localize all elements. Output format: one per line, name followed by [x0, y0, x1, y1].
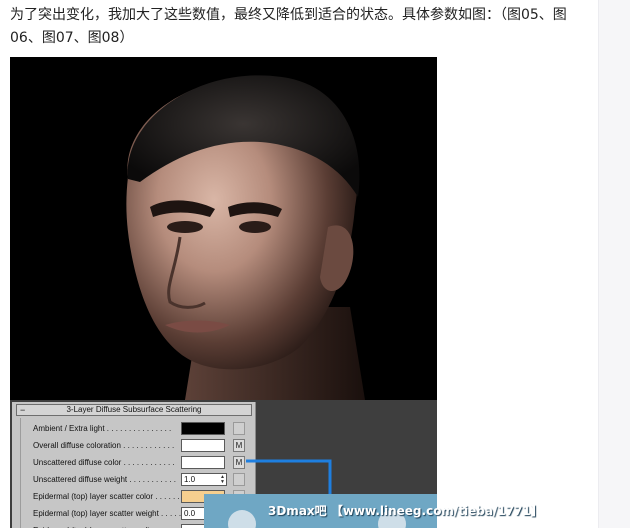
parameter-row: Unscattered diffuse weight . . . . . . .…	[25, 473, 251, 487]
color-swatch[interactable]	[181, 422, 225, 435]
watermark-text: 3Dmax吧 【www.lineeg.com/tieba/1771】	[268, 504, 543, 518]
value-spinner[interactable]: 1.0 ▲ ▼	[181, 473, 227, 486]
head-render-illustration	[10, 57, 437, 400]
map-button[interactable]: M	[233, 456, 245, 469]
parameter-row: Ambient / Extra light . . . . . . . . . …	[25, 422, 251, 436]
map-button[interactable]: M	[233, 439, 245, 452]
parameter-label: Unscattered diffuse color . . . . . . . …	[33, 458, 175, 467]
article-paragraph: 为了突出变化，我加大了这些数值，最终又降低到适合的状态。具体参数如图：（图05、…	[10, 7, 567, 46]
article-page: 为了突出变化，我加大了这些数值，最终又降低到适合的状态。具体参数如图：（图05、…	[0, 0, 630, 528]
collapse-minus-icon[interactable]: −	[20, 405, 25, 415]
parameter-row: Overall diffuse coloration . . . . . . .…	[25, 439, 251, 453]
parameter-label: Overall diffuse coloration . . . . . . .…	[33, 441, 175, 450]
parameter-label: Unscattered diffuse weight . . . . . . .…	[33, 475, 177, 484]
parameter-label: Epidermal (top) layer scatter color . . …	[33, 492, 180, 501]
head-render-image	[10, 57, 437, 400]
parameter-label: Ambient / Extra light . . . . . . . . . …	[33, 424, 172, 433]
rollout-title: 3-Layer Diffuse Subsurface Scattering	[66, 405, 202, 414]
rollout-title-bar[interactable]: − 3-Layer Diffuse Subsurface Scattering	[16, 404, 252, 416]
spinner-arrows-icon[interactable]: ▲▼	[220, 475, 225, 485]
spinner-value: 0.0	[184, 509, 196, 518]
color-swatch[interactable]	[181, 456, 225, 469]
spinner-value: 1.0	[184, 475, 196, 484]
color-swatch[interactable]	[181, 439, 225, 452]
parameter-label: Epidermal (top) layer scatter weight . .…	[33, 509, 182, 518]
parameter-row: Unscattered diffuse color . . . . . . . …	[25, 456, 251, 470]
page-scroll-gutter[interactable]	[598, 0, 630, 528]
map-slot-button[interactable]	[233, 473, 245, 486]
map-slot-button[interactable]	[233, 422, 245, 435]
